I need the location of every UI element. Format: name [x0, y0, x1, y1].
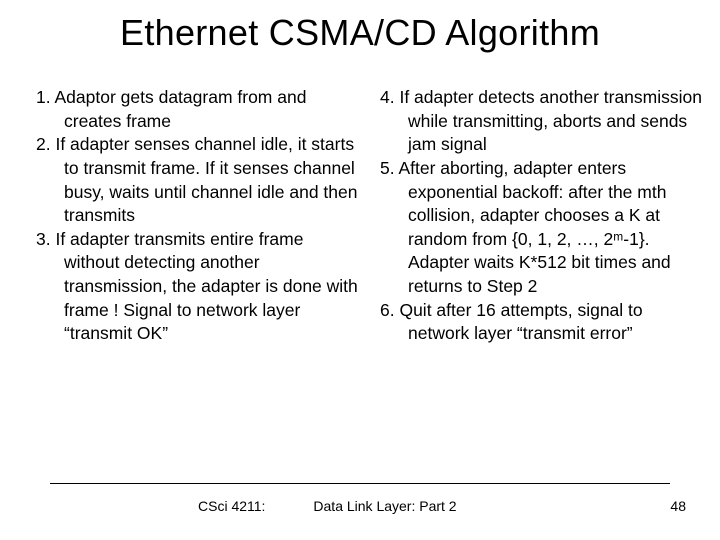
right-column: 4. If adapter detects another transmissi…: [362, 86, 702, 346]
step-1: 1. Adaptor gets datagram from and create…: [18, 86, 358, 133]
step-6: 6. Quit after 16 attempts, signal to net…: [362, 299, 702, 346]
slide-title: Ethernet CSMA/CD Algorithm: [0, 12, 720, 54]
step-5: 5. After aborting, adapter enters expone…: [362, 157, 702, 299]
footer-divider: [50, 483, 670, 484]
slide: Ethernet CSMA/CD Algorithm 1. Adaptor ge…: [0, 0, 720, 540]
footer-page-number: 48: [670, 498, 686, 514]
footer-topic: Data Link Layer: Part 2: [50, 498, 720, 514]
content-columns: 1. Adaptor gets datagram from and create…: [18, 86, 702, 346]
step-3: 3. If adapter transmits entire frame wit…: [18, 228, 358, 346]
footer: CSci 4211: Data Link Layer: Part 2 48: [0, 496, 720, 520]
left-column: 1. Adaptor gets datagram from and create…: [18, 86, 358, 346]
step-4: 4. If adapter detects another transmissi…: [362, 86, 702, 157]
step-2: 2. If adapter senses channel idle, it st…: [18, 133, 358, 228]
